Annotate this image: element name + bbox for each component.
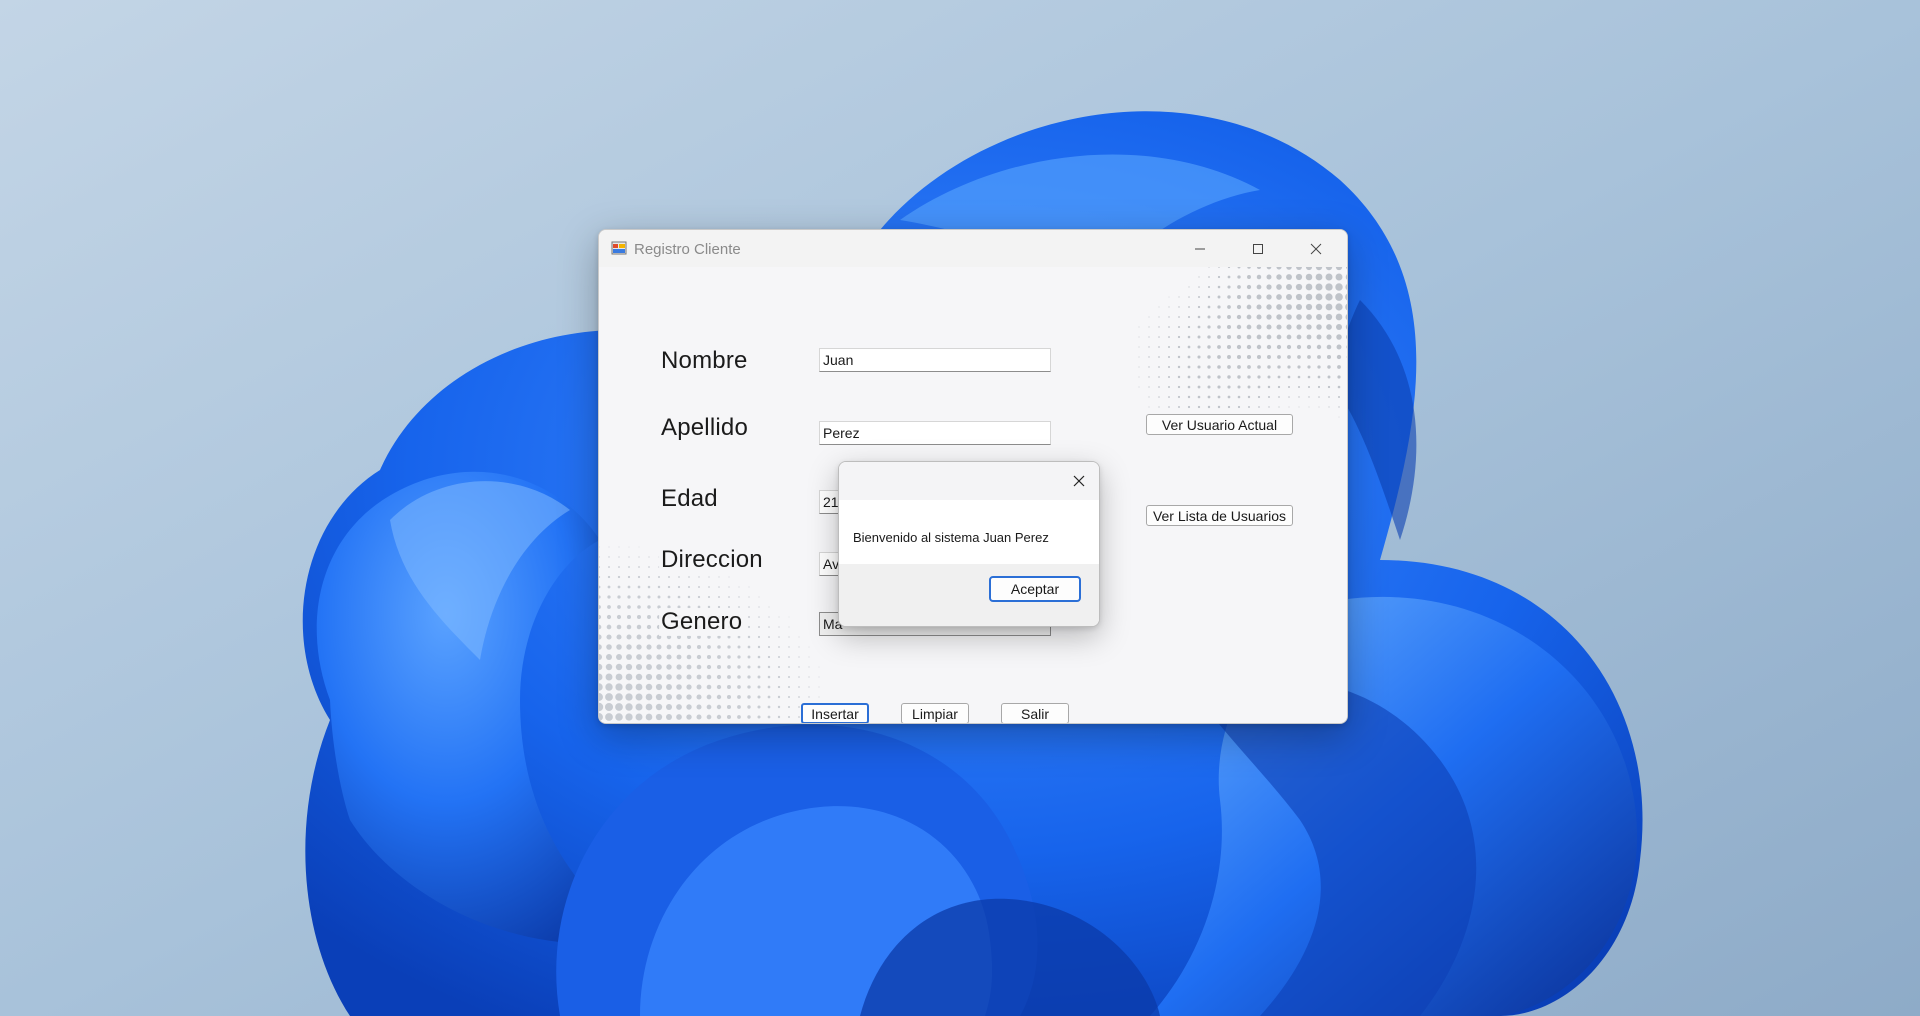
- insertar-button[interactable]: Insertar: [801, 703, 869, 723]
- aceptar-button[interactable]: Aceptar: [989, 576, 1081, 602]
- close-icon: [1073, 475, 1085, 487]
- label-apellido: Apellido: [659, 414, 750, 442]
- label-edad: Edad: [659, 485, 720, 513]
- title-bar[interactable]: Registro Cliente: [599, 230, 1347, 267]
- maximize-icon: [1253, 243, 1263, 254]
- dialog-close-button[interactable]: [1059, 462, 1099, 500]
- minimize-button[interactable]: [1171, 230, 1229, 267]
- close-button[interactable]: [1287, 230, 1345, 267]
- close-icon: [1310, 243, 1322, 254]
- apellido-field[interactable]: Perez: [819, 421, 1051, 445]
- window-title: Registro Cliente: [634, 241, 741, 258]
- label-genero: Genero: [659, 608, 745, 636]
- limpiar-button[interactable]: Limpiar: [901, 703, 969, 723]
- minimize-icon: [1195, 248, 1205, 249]
- salir-button[interactable]: Salir: [1001, 703, 1069, 723]
- dialog-title-bar[interactable]: [839, 462, 1099, 500]
- dialog-message: Bienvenido al sistema Juan Perez: [853, 530, 1049, 545]
- app-icon: [611, 241, 627, 255]
- welcome-message-dialog: Bienvenido al sistema Juan Perez Aceptar: [838, 461, 1100, 627]
- ver-usuario-actual-button[interactable]: Ver Usuario Actual: [1146, 414, 1293, 435]
- nombre-field[interactable]: Juan: [819, 348, 1051, 372]
- label-nombre: Nombre: [659, 347, 750, 375]
- ver-lista-usuarios-button[interactable]: Ver Lista de Usuarios: [1146, 505, 1293, 526]
- dialog-footer: Aceptar: [839, 564, 1099, 626]
- maximize-button[interactable]: [1229, 230, 1287, 267]
- label-direccion: Direccion: [659, 546, 765, 574]
- dialog-body: Bienvenido al sistema Juan Perez: [839, 500, 1099, 564]
